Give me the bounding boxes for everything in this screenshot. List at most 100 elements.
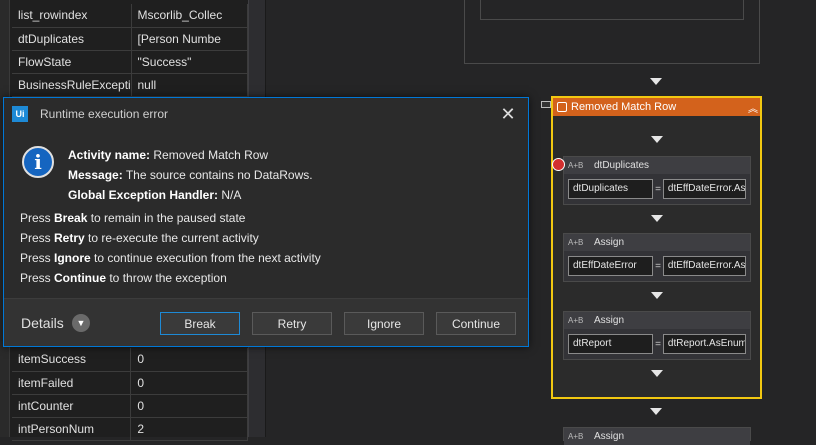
variables-table-bottom: itemSuccess 0 itemFailed 0 intCounter 0 int… — [12, 348, 248, 441]
ignore-button[interactable]: Ignore — [344, 312, 424, 335]
instruction-continue: Press Continue to throw the exception — [20, 271, 227, 285]
instruction-break: Press Break to remain in the paused stat… — [20, 211, 245, 225]
equals-sign: = — [655, 338, 661, 350]
variable-value[interactable]: [Person Numbe — [131, 27, 248, 51]
assign-icon: A+B — [568, 161, 584, 170]
activity-assign[interactable]: A+B Assign dtReport = dtReport.AsEnume — [563, 311, 751, 360]
instruction-key: Continue — [54, 271, 107, 285]
flow-arrow — [651, 215, 663, 222]
info-icon: i — [22, 146, 54, 178]
instruction-suffix: to remain in the paused state — [87, 211, 246, 225]
table-row[interactable]: BusinessRuleExceptio null — [12, 73, 248, 97]
variable-value[interactable]: Mscorlib_Collec — [131, 4, 248, 28]
message-line: Message: The source contains no DataRows… — [68, 168, 313, 182]
activity-title: Assign — [594, 237, 625, 248]
activity-name-label: Activity name: — [68, 148, 151, 162]
variable-name: itemSuccess — [12, 348, 132, 372]
instruction-prefix: Press — [20, 251, 55, 265]
activity-body: dtDuplicates = dtEffDateError.AsE — [564, 174, 750, 204]
variable-name: itemFailed — [12, 371, 132, 395]
flow-arrow — [650, 408, 662, 415]
variable-name: FlowState — [12, 50, 132, 74]
flow-arrow — [650, 78, 662, 85]
variable-value[interactable]: null — [131, 73, 248, 97]
runtime-error-dialog: Ui Runtime execution error ✕ i Activity … — [3, 97, 529, 347]
table-row[interactable]: itemSuccess 0 — [12, 348, 248, 372]
instruction-ignore: Press Ignore to continue execution from … — [20, 251, 321, 265]
variable-name: intCounter — [12, 394, 132, 418]
activity-name-value: Removed Match Row — [153, 148, 269, 162]
retry-button[interactable]: Retry — [252, 312, 332, 335]
dialog-title: Runtime execution error — [40, 107, 169, 121]
error-icon — [552, 158, 565, 171]
activity-title: dtDuplicates — [594, 160, 650, 171]
handler-value: N/A — [221, 188, 242, 202]
instruction-retry: Press Retry to re-execute the current ac… — [20, 231, 259, 245]
details-toggle-label[interactable]: Details — [21, 315, 64, 331]
activity-header: A+B Assign — [564, 312, 750, 329]
instruction-prefix: Press — [20, 211, 55, 225]
sequence-title: Removed Match Row — [571, 101, 677, 113]
instruction-suffix: to throw the exception — [106, 271, 227, 285]
message-label: Message: — [68, 168, 123, 182]
table-row[interactable]: itemFailed 0 — [12, 371, 248, 395]
uipath-logo-icon: Ui — [12, 106, 28, 122]
activity-body: dtReport = dtReport.AsEnume — [564, 329, 750, 359]
handler-line: Global Exception Handler: N/A — [68, 188, 241, 202]
assign-icon: A+B — [568, 316, 584, 325]
equals-sign: = — [655, 183, 661, 195]
break-button[interactable]: Break — [160, 312, 240, 335]
assign-to-field[interactable]: dtDuplicates — [568, 179, 654, 199]
close-icon[interactable]: ✕ — [498, 104, 518, 124]
instruction-suffix: to continue execution from the next acti… — [90, 251, 321, 265]
variable-value[interactable]: 0 — [130, 394, 248, 418]
flow-arrow — [651, 292, 663, 299]
instruction-prefix: Press — [20, 231, 55, 245]
collapse-icon[interactable]: ︽ — [746, 100, 760, 115]
activity-header: A+B dtDuplicates — [564, 157, 750, 174]
assign-value-field[interactable]: dtEffDateError.AsE — [662, 256, 746, 276]
activity-body: dtEffDateError = dtEffDateError.AsE — [564, 251, 750, 281]
instruction-key: Ignore — [54, 251, 91, 265]
table-row[interactable]: intCounter 0 — [12, 394, 248, 418]
sequence-header[interactable]: Removed Match Row ︽ — [553, 98, 760, 116]
sequence-icon — [557, 102, 567, 112]
assign-icon: A+B — [568, 238, 584, 247]
activity-assign[interactable]: A+B Assign dtEffDateError = dtEffDateErr… — [563, 233, 751, 282]
connector-handle[interactable] — [541, 101, 551, 108]
variable-value[interactable]: "Success" — [131, 50, 248, 74]
flow-arrow — [651, 136, 663, 143]
instruction-prefix: Press — [20, 271, 55, 285]
flow-arrow — [651, 370, 663, 377]
activity-assign-next[interactable]: A+B Assign — [563, 427, 751, 445]
flowchart-inner-box — [480, 0, 744, 20]
assign-to-field[interactable]: dtReport — [568, 334, 654, 354]
variable-name: BusinessRuleExceptio — [12, 73, 132, 97]
activity-title: Assign — [594, 315, 625, 326]
instruction-key: Retry — [54, 231, 85, 245]
equals-sign: = — [655, 260, 661, 272]
handler-label: Global Exception Handler: — [68, 188, 219, 202]
activity-dtduplicates[interactable]: A+B dtDuplicates dtDuplicates = dtEffDat… — [552, 156, 751, 205]
activity-header: A+B Assign — [564, 234, 750, 251]
dialog-titlebar[interactable]: Ui Runtime execution error — [4, 98, 528, 130]
variables-table-top: list_rowindex Mscorlib_Collec dtDuplicate… — [12, 4, 248, 97]
table-row[interactable]: FlowState "Success" — [12, 50, 248, 74]
variable-value[interactable]: 0 — [130, 371, 248, 395]
instruction-key: Break — [54, 211, 88, 225]
assign-value-field[interactable]: dtReport.AsEnume — [662, 334, 746, 354]
table-row[interactable]: dtDuplicates [Person Numbe — [12, 27, 248, 51]
instruction-suffix: to re-execute the current activity — [84, 231, 259, 245]
assign-to-field[interactable]: dtEffDateError — [568, 256, 654, 276]
continue-button[interactable]: Continue — [436, 312, 516, 335]
variable-name: dtDuplicates — [12, 27, 132, 51]
sequence-removed-match-row[interactable]: Removed Match Row ︽ A+B dtDuplicates dtD… — [551, 96, 762, 399]
variable-name: list_rowindex — [12, 4, 132, 28]
table-row[interactable]: list_rowindex Mscorlib_Collec — [12, 4, 248, 28]
assign-value-field[interactable]: dtEffDateError.AsE — [662, 179, 746, 199]
dialog-footer: Details ▼ Break Retry Ignore Continue — [4, 298, 528, 346]
message-value: The source contains no DataRows. — [125, 168, 313, 182]
variable-value[interactable]: 0 — [130, 348, 248, 372]
chevron-down-icon[interactable]: ▼ — [72, 314, 90, 332]
activity-name-line: Activity name: Removed Match Row — [68, 148, 268, 162]
